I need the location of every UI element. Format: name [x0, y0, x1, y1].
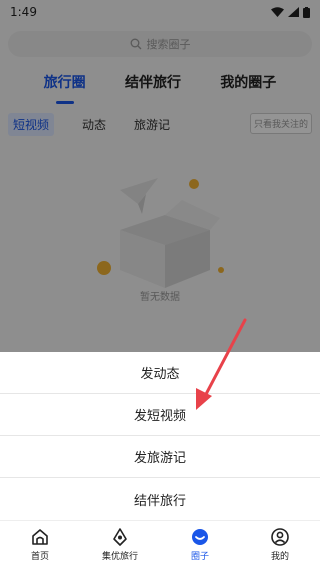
nav-circle-label: 圈子: [190, 552, 209, 562]
chat-bubble-icon: [192, 529, 208, 545]
user-icon: [271, 528, 289, 546]
nav-travel-label: 集优旅行: [101, 552, 138, 562]
location-pin-icon: [113, 528, 127, 546]
post-short-video-option[interactable]: 发短视频: [0, 394, 320, 436]
nav-travel[interactable]: 集优旅行: [80, 521, 160, 567]
nav-home[interactable]: 首页: [0, 521, 80, 567]
nav-home-label: 首页: [30, 552, 49, 562]
nav-circle[interactable]: 圈子: [160, 521, 240, 567]
nav-mine[interactable]: 我的: [240, 521, 320, 567]
action-sheet: 发动态 发短视频 发旅游记 结伴旅行: [0, 352, 320, 520]
post-moment-option[interactable]: 发动态: [0, 352, 320, 394]
nav-mine-label: 我的: [270, 552, 289, 562]
home-icon: [32, 529, 48, 545]
bottom-nav: 首页 集优旅行 圈子 我的: [0, 520, 320, 567]
travel-companion-option[interactable]: 结伴旅行: [0, 478, 320, 520]
post-travel-note-option[interactable]: 发旅游记: [0, 436, 320, 478]
